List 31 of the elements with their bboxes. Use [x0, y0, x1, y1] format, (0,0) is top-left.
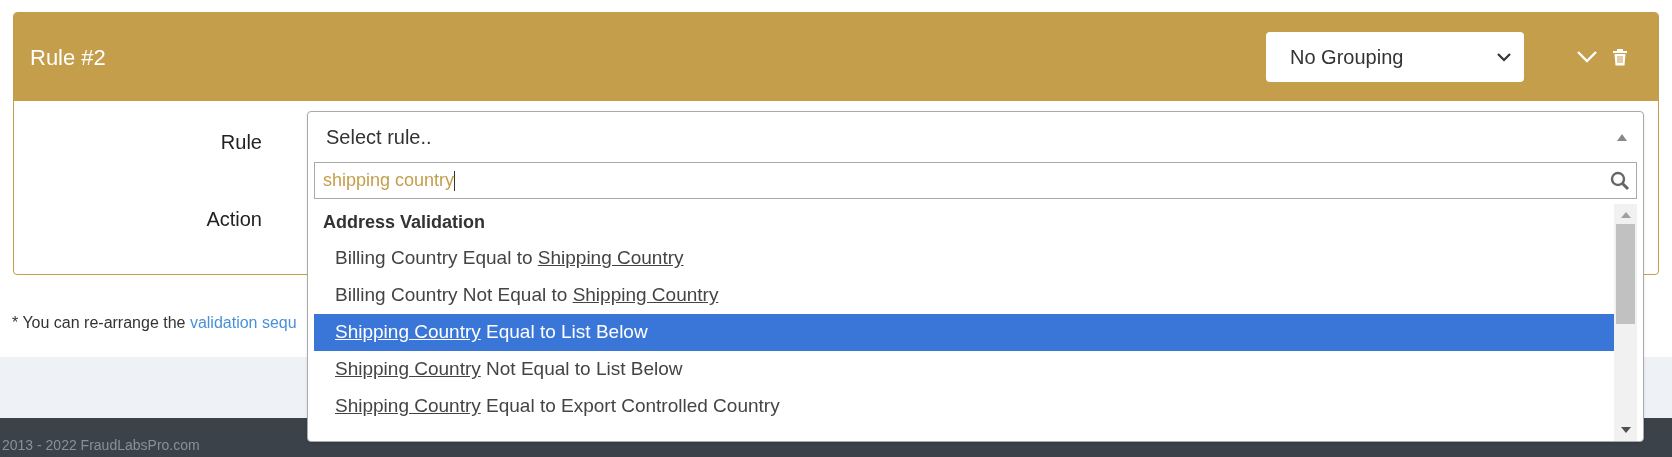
scroll-down-icon[interactable]	[1620, 427, 1631, 433]
scroll-thumb[interactable]	[1616, 224, 1635, 324]
footnote-text: * You can re-arrange the	[12, 314, 187, 331]
chevron-down-icon[interactable]	[1576, 50, 1598, 64]
rule-option[interactable]: Shipping Country Not Equal to List Below	[314, 351, 1614, 388]
rule-option[interactable]: Billing Country Not Equal to Shipping Country	[314, 277, 1614, 314]
option-text: Shipping Country	[537, 246, 684, 271]
copyright-text: 2013 - 2022 FraudLabsPro.com	[2, 436, 200, 455]
rule-option[interactable]: Shipping Country Equal to Export Controlled Country	[314, 388, 1614, 425]
search-icon	[1610, 170, 1630, 191]
option-text: Billing Country Equal to	[335, 246, 534, 271]
chevron-down-icon	[1496, 52, 1512, 62]
scroll-up-icon[interactable]	[1620, 212, 1631, 218]
option-text: Shipping Country	[335, 394, 481, 419]
option-text: Shipping Country	[335, 357, 481, 382]
rule-select[interactable]: Select rule..	[308, 112, 1643, 162]
grouping-select[interactable]: No Grouping	[1266, 32, 1524, 82]
option-text: Shipping Country	[572, 283, 719, 308]
option-text: Shipping Country	[335, 320, 481, 345]
field-label: Rule	[220, 130, 262, 155]
rule-option[interactable]: Shipping Country Equal to List Below	[314, 314, 1614, 351]
group-heading: Address Validation	[322, 210, 487, 234]
caret-up-icon	[1617, 133, 1627, 141]
option-text: Billing Country Not Equal to	[335, 283, 569, 308]
rule-title: Rule #2	[30, 43, 106, 72]
rule-option[interactable]: Billing Country Equal to Shipping Country	[314, 240, 1614, 277]
option-text: Equal to Export Controlled Country	[485, 394, 780, 419]
option-text: Not Equal to List Below	[485, 357, 683, 382]
option-text: Equal to List Below	[485, 320, 648, 345]
field-label: Action	[206, 207, 262, 232]
trash-icon[interactable]	[1612, 48, 1628, 66]
